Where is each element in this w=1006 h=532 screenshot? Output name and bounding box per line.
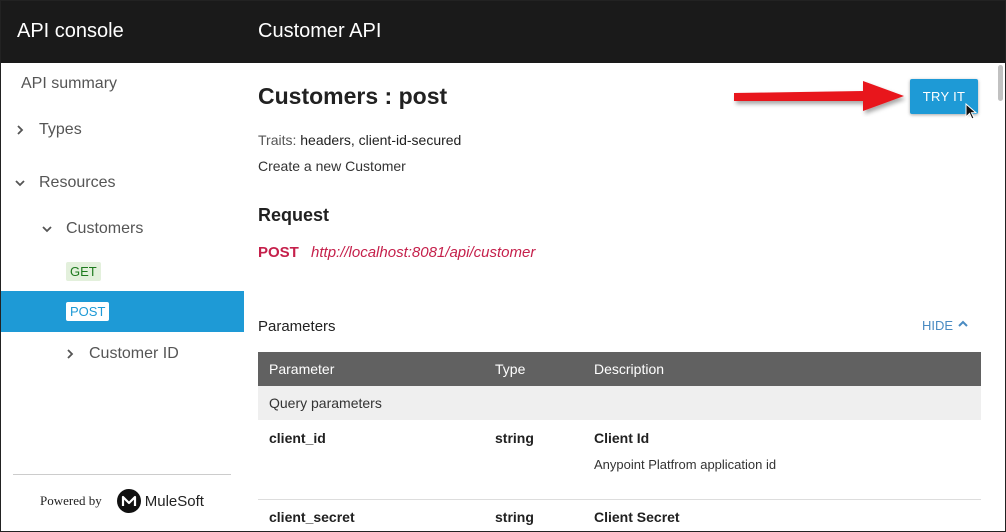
parameters-table: Parameter Type Description Query paramet… bbox=[258, 352, 981, 531]
request-endpoint: POST http://localhost:8081/api/customer bbox=[258, 244, 535, 261]
mouse-cursor-icon bbox=[965, 103, 978, 120]
traits-label: Traits: bbox=[258, 132, 297, 148]
chevron-right-icon bbox=[63, 347, 77, 361]
page-title-method: post bbox=[398, 83, 448, 109]
post-method-badge: POST bbox=[66, 302, 110, 321]
sidebar-item-types[interactable]: Types bbox=[1, 119, 244, 141]
hide-parameters-button[interactable]: HIDE bbox=[922, 318, 969, 333]
page-title: Customers : post bbox=[258, 83, 447, 110]
sidebar-item-label: Resources bbox=[39, 174, 116, 191]
top-bar: API console Customer API bbox=[1, 1, 1005, 63]
chevron-up-icon bbox=[957, 318, 969, 333]
sidebar-item-label: Customers bbox=[66, 220, 144, 237]
chevron-down-icon bbox=[13, 176, 27, 190]
page-title-resource: Customers bbox=[258, 83, 379, 109]
param-desc-text: Anypoint Platfrom application id bbox=[594, 457, 777, 472]
query-parameters-section: Query parameters bbox=[258, 386, 981, 420]
param-name: client_id bbox=[269, 430, 326, 446]
request-url[interactable]: http://localhost:8081/api/customer bbox=[311, 244, 535, 261]
param-desc-title: Client Secret bbox=[594, 509, 680, 525]
method-description: Create a new Customer bbox=[258, 158, 406, 174]
column-header-description: Description bbox=[594, 361, 665, 377]
param-name: client_secret bbox=[269, 509, 355, 525]
chevron-down-icon bbox=[40, 222, 54, 236]
sidebar: API summary Types Resources Customers GE… bbox=[1, 63, 244, 531]
app-window: API console Customer API API summary Typ… bbox=[0, 0, 1006, 532]
chevron-right-icon bbox=[13, 123, 27, 137]
request-heading: Request bbox=[258, 205, 330, 225]
column-header-parameter: Parameter bbox=[269, 361, 335, 377]
sidebar-item-label: Customer ID bbox=[89, 345, 179, 362]
api-title: Customer API bbox=[258, 20, 382, 42]
main-content: Customers : post TRY IT Traits: headers,… bbox=[244, 63, 1005, 531]
parameters-heading: Parameters bbox=[258, 318, 336, 335]
table-row: client_id string Client Id Anypoint Plat… bbox=[258, 420, 981, 500]
powered-by: Powered by MuleSoft bbox=[40, 488, 204, 514]
table-header: Parameter Type Description bbox=[258, 352, 981, 386]
get-method-badge: GET bbox=[66, 261, 101, 281]
sidebar-item-api-summary[interactable]: API summary bbox=[1, 73, 244, 95]
section-label: Query parameters bbox=[269, 395, 382, 411]
traits: Traits: headers, client-id-secured bbox=[258, 132, 461, 148]
mulesoft-logo-icon bbox=[116, 488, 142, 514]
param-type: string bbox=[495, 509, 534, 525]
param-type: string bbox=[495, 430, 534, 446]
sidebar-item-customers[interactable]: Customers bbox=[1, 218, 244, 240]
sidebar-item-label: Types bbox=[39, 121, 82, 138]
app-title: API console bbox=[17, 20, 124, 42]
page-title-separator: : bbox=[378, 83, 399, 109]
request-method: POST bbox=[258, 244, 299, 261]
hide-label: HIDE bbox=[922, 318, 954, 333]
table-row: client_secret string Client Secret bbox=[258, 500, 981, 531]
sidebar-item-get[interactable]: GET bbox=[1, 260, 244, 282]
sidebar-divider bbox=[13, 474, 231, 475]
param-desc-title: Client Id bbox=[594, 430, 650, 446]
sidebar-item-post[interactable]: POST bbox=[1, 291, 244, 332]
scrollbar-thumb[interactable] bbox=[998, 65, 1003, 101]
sidebar-item-resources[interactable]: Resources bbox=[1, 172, 244, 194]
column-header-type: Type bbox=[495, 361, 526, 377]
powered-by-label: Powered by bbox=[40, 493, 102, 508]
traits-value: headers, client-id-secured bbox=[300, 132, 462, 148]
sidebar-item-customer-id[interactable]: Customer ID bbox=[1, 343, 244, 365]
mulesoft-brand: MuleSoft bbox=[144, 492, 204, 510]
sidebar-item-label: API summary bbox=[21, 75, 118, 92]
main-scrollbar[interactable] bbox=[996, 63, 1005, 531]
red-arrow-annotation-icon bbox=[734, 81, 904, 111]
